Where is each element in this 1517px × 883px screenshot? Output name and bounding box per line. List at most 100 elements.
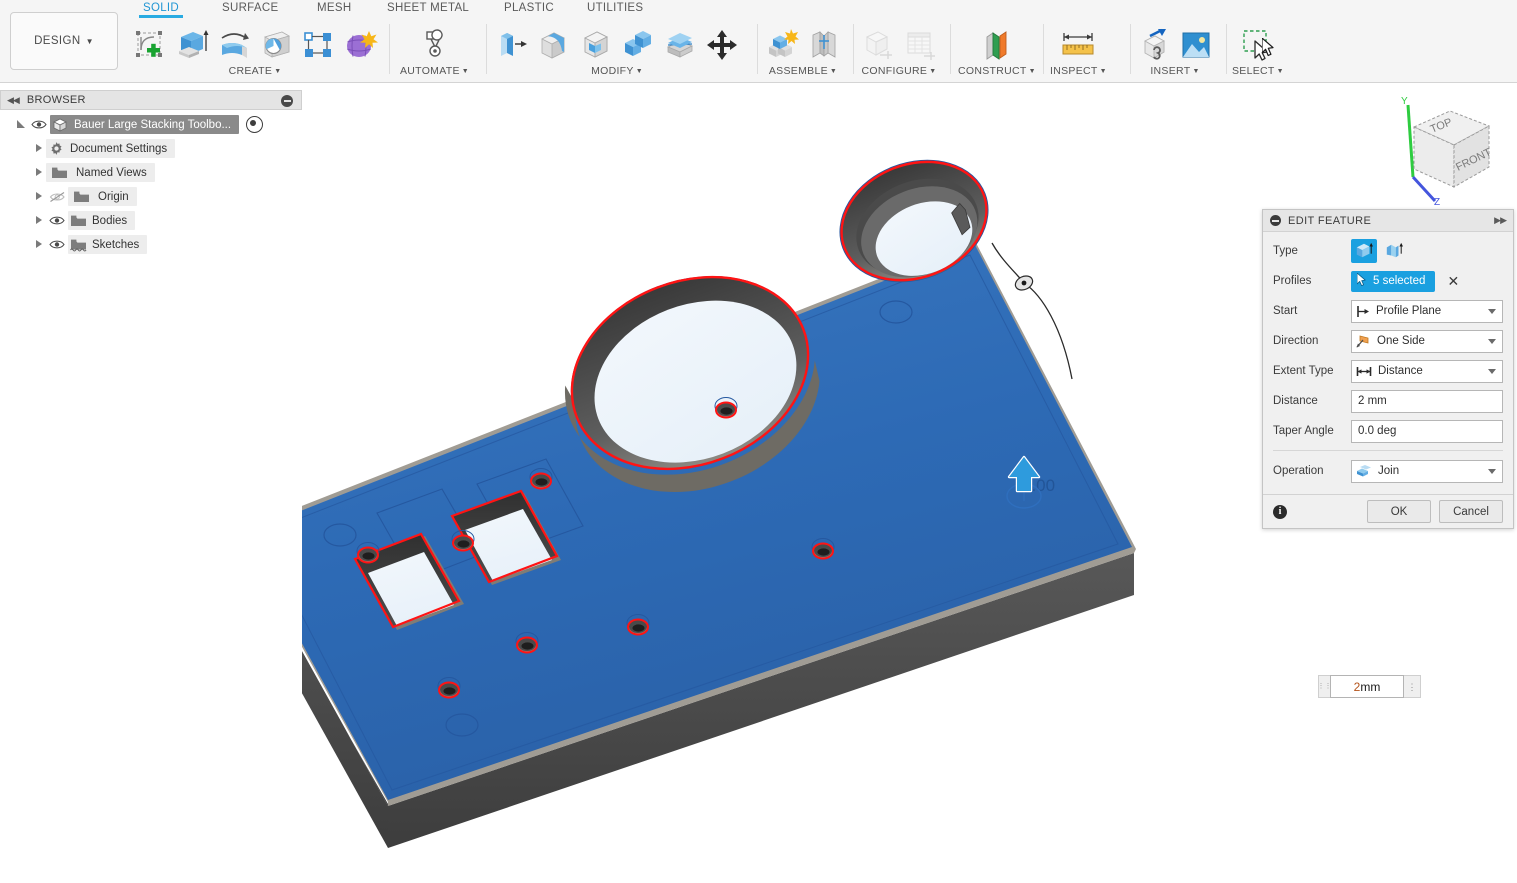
field-label-operation: Operation: [1273, 465, 1324, 477]
browser-item-document-settings[interactable]: Document Settings: [0, 139, 302, 158]
browser-item-label: Bodies: [92, 214, 128, 227]
expand-arrow-icon[interactable]: [32, 143, 46, 154]
configure-new-icon[interactable]: [858, 24, 898, 66]
toolbar-separator: [950, 24, 951, 74]
automate-icon[interactable]: [415, 24, 455, 66]
activate-component-radio[interactable]: [246, 116, 264, 133]
browser-item-sketches[interactable]: Sketches: [0, 235, 302, 254]
expand-arrow-icon[interactable]: [32, 215, 46, 226]
expand-arrow-icon[interactable]: [32, 167, 46, 178]
start-dropdown[interactable]: Profile Plane: [1351, 299, 1503, 323]
visibility-eye-icon[interactable]: [46, 215, 68, 226]
group-label-select[interactable]: SELECT ▼: [1232, 65, 1284, 77]
profiles-selection-button[interactable]: 5 selected: [1351, 270, 1436, 292]
workspace-tabs: SOLID SURFACE MESH SHEET METAL PLASTIC U…: [0, 0, 1517, 20]
tab-sheet-metal[interactable]: SHEET METAL: [383, 2, 473, 17]
browser-header: ◀◀ BROWSER: [0, 90, 302, 110]
toolbar-separator: [389, 24, 390, 74]
configure-table-icon[interactable]: [900, 24, 940, 66]
view-cube[interactable]: Y Z TOP FRONT: [1372, 91, 1512, 206]
press-pull-icon[interactable]: [492, 24, 532, 66]
browser-item-bodies[interactable]: Bodies: [0, 211, 302, 230]
sweep-icon[interactable]: [256, 24, 296, 66]
browser-item-label: Sketches: [92, 238, 140, 251]
edit-feature-dialog[interactable]: EDIT FEATURE ▶▶ Type Profiles 5 selected…: [1262, 209, 1514, 529]
construct-plane-icon[interactable]: [977, 24, 1017, 66]
toolbar-group-inspect: INSPECT ▼: [1050, 20, 1107, 82]
distance-icon: [1356, 366, 1372, 376]
cancel-button[interactable]: Cancel: [1439, 500, 1503, 523]
operation-dropdown[interactable]: Join: [1351, 459, 1503, 483]
extent-type-dropdown[interactable]: Distance: [1351, 359, 1503, 383]
browser-row-highlight: Origin: [68, 187, 137, 206]
group-label-insert[interactable]: INSERT ▼: [1150, 65, 1199, 77]
expand-arrow-icon[interactable]: [32, 239, 46, 250]
tab-surface[interactable]: SURFACE: [218, 2, 282, 17]
loft-icon[interactable]: [298, 24, 338, 66]
direction-dropdown[interactable]: One Side: [1351, 329, 1503, 353]
workspace-switcher-button[interactable]: DESIGN ▼: [10, 12, 118, 70]
combine-icon[interactable]: [618, 24, 658, 66]
dimension-options-button[interactable]: ⋮: [1404, 675, 1421, 698]
info-icon[interactable]: i: [1273, 504, 1287, 519]
browser-item-origin[interactable]: Origin: [0, 187, 302, 206]
create-sketch-icon[interactable]: [130, 24, 170, 66]
group-label-configure[interactable]: CONFIGURE ▼: [862, 65, 937, 77]
visibility-eye-icon[interactable]: [46, 239, 68, 250]
chevron-down-icon: ▼: [829, 68, 838, 75]
expand-arrow-icon[interactable]: [32, 191, 46, 202]
chevron-down-icon: ▼: [1276, 68, 1284, 75]
dialog-minimize-icon[interactable]: [1270, 215, 1281, 226]
insert-derive-icon[interactable]: [1134, 24, 1174, 66]
group-label-automate[interactable]: AUTOMATE ▼: [400, 65, 469, 77]
create-form-icon[interactable]: [340, 24, 380, 66]
browser-panel: ◀◀ BROWSER Bauer Large Stacking Toolbo..…: [0, 90, 302, 259]
dialog-title: EDIT FEATURE: [1288, 214, 1372, 227]
group-label-assemble[interactable]: ASSEMBLE ▼: [769, 65, 837, 77]
toolbar-group-configure: CONFIGURE ▼: [858, 20, 940, 82]
expand-arrow-icon[interactable]: [14, 119, 28, 130]
dialog-header[interactable]: EDIT FEATURE ▶▶: [1263, 210, 1513, 232]
new-component-icon[interactable]: [762, 24, 802, 66]
browser-item-label: Origin: [98, 190, 129, 203]
browser-item-component-root[interactable]: Bauer Large Stacking Toolbo...: [0, 115, 302, 134]
tab-plastic[interactable]: PLASTIC: [500, 2, 558, 17]
taper-angle-input[interactable]: 0.0 deg: [1351, 419, 1503, 443]
shell-icon[interactable]: [576, 24, 616, 66]
kebab-menu-icon: ⋮: [1407, 681, 1417, 692]
extrude-icon[interactable]: [172, 24, 212, 66]
tab-solid[interactable]: SOLID: [139, 2, 184, 18]
visibility-eye-hidden-icon[interactable]: [46, 191, 68, 203]
group-label-create[interactable]: CREATE ▼: [229, 65, 282, 77]
chevron-down-icon: [1488, 338, 1496, 344]
insert-image-icon[interactable]: [1176, 24, 1216, 66]
distance-input[interactable]: 2 mm: [1351, 389, 1503, 413]
move-copy-icon[interactable]: [702, 24, 742, 66]
type-solid-button[interactable]: [1351, 239, 1377, 263]
visibility-eye-icon[interactable]: [28, 119, 50, 130]
clear-selection-icon[interactable]: ✕: [1447, 274, 1459, 288]
gear-icon: [46, 141, 66, 156]
group-label-modify[interactable]: MODIFY ▼: [591, 65, 643, 77]
type-thin-button[interactable]: [1381, 239, 1407, 263]
group-label-construct[interactable]: CONSTRUCT ▼: [958, 65, 1036, 77]
canvas-dimension-editor[interactable]: ⋮⋮ 2 mm ⋮: [1318, 675, 1421, 698]
browser-item-named-views[interactable]: Named Views: [0, 163, 302, 182]
dialog-expand-icon[interactable]: ▶▶: [1494, 215, 1507, 226]
revolve-icon[interactable]: [214, 24, 254, 66]
split-face-icon[interactable]: [660, 24, 700, 66]
measure-icon[interactable]: [1058, 24, 1098, 66]
tab-mesh[interactable]: MESH: [313, 2, 355, 17]
browser-title: BROWSER: [26, 94, 86, 106]
dimension-value-input[interactable]: 2 mm: [1330, 675, 1404, 698]
joint-icon[interactable]: [804, 24, 844, 66]
dimension-drag-handle[interactable]: ⋮⋮: [1318, 675, 1332, 698]
ok-button[interactable]: OK: [1367, 500, 1431, 523]
browser-minimize-icon[interactable]: [281, 95, 293, 107]
tab-utilities[interactable]: UTILITIES: [583, 2, 647, 17]
group-label-inspect[interactable]: INSPECT ▼: [1050, 65, 1107, 77]
distance-value: 2 mm: [1358, 395, 1387, 407]
collapse-browser-icon[interactable]: ◀◀: [7, 95, 20, 106]
start-value: Profile Plane: [1376, 305, 1442, 317]
fillet-icon[interactable]: [534, 24, 574, 66]
